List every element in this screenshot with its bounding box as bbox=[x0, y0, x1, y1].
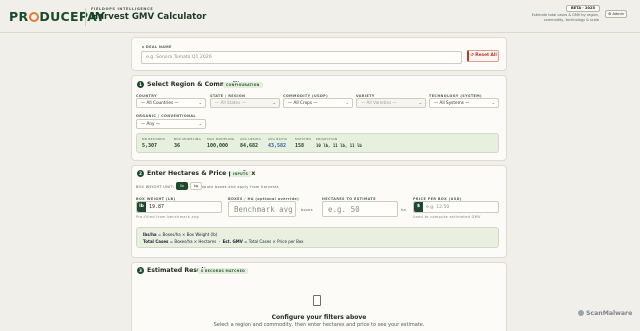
formula-box: lbs/ha = Boxes/ha × Box Weight (lb) Tota… bbox=[136, 227, 499, 248]
reset-all-button[interactable]: ↺ Reset All bbox=[467, 50, 499, 62]
chevron-down-icon: ⌄ bbox=[418, 100, 422, 105]
deal-name-card: ⌗ DEAL NAME e.g. Sonora Tomato Q1 2026 ↺… bbox=[131, 37, 507, 71]
deal-name-label: ⌗ DEAL NAME bbox=[142, 45, 172, 49]
stat-key: MATCHES bbox=[295, 137, 312, 141]
stat-avg-bx-ha: AVG BX/HA 43,582 bbox=[268, 137, 287, 149]
state-select-value: — All States — bbox=[215, 100, 246, 105]
chevron-down-icon: ⌄ bbox=[272, 100, 276, 105]
unit-lb-toggle[interactable]: lb bbox=[176, 182, 188, 190]
stat-box-modeling: BOX MODELING 36 bbox=[174, 137, 201, 149]
boxes-per-ha-input[interactable]: Benchmark avg bbox=[228, 201, 296, 217]
document-icon bbox=[313, 295, 321, 306]
price-per-box-input[interactable]: $ e.g. 12.50 bbox=[413, 201, 499, 213]
chevron-down-icon: ⌄ bbox=[198, 121, 202, 126]
country-select[interactable]: — All Countries — ⌄ bbox=[136, 98, 206, 108]
empty-state-title: Configure your filters above bbox=[271, 314, 367, 321]
stat-key: MAX MODELING bbox=[207, 137, 235, 141]
chevron-down-icon: ⌄ bbox=[345, 100, 349, 105]
price-hint: Used to compute estimated GMV bbox=[413, 215, 481, 219]
organic-label: ORGANIC / CONVENTIONAL bbox=[136, 114, 196, 118]
stat-value: 10 lb, 11 lb, 11 lb bbox=[316, 143, 362, 148]
commodity-select[interactable]: — All Crops — ⌄ bbox=[283, 98, 353, 108]
scanmalware-watermark: ScanMalware bbox=[578, 310, 632, 317]
records-matched-tag: 0 RECORDS MATCHED bbox=[198, 268, 249, 274]
watermark-logo-icon bbox=[578, 310, 584, 316]
step-number-2: 2 bbox=[137, 170, 144, 177]
stat-key: PROJECTION bbox=[316, 137, 338, 141]
stat-db-records: DB RECORDS 5,307 bbox=[142, 137, 165, 149]
stat-value: 5,307 bbox=[142, 143, 158, 149]
stat-key: AVG BX/HA bbox=[268, 137, 288, 141]
box-weight-hint: Pre-filled from benchmark avg bbox=[136, 215, 199, 219]
technology-select[interactable]: — All Systems — ⌄ bbox=[429, 98, 499, 108]
variety-select[interactable]: — All Varieties — ⌄ bbox=[356, 98, 426, 108]
box-weight-prefix: lb bbox=[137, 202, 146, 212]
deal-name-placeholder: e.g. Sonora Tomato Q1 2026 bbox=[146, 55, 212, 60]
stat-matches: MATCHES 158 bbox=[295, 137, 311, 149]
stat-value: 158 bbox=[295, 143, 305, 149]
variety-select-value: — All Varieties — bbox=[361, 100, 397, 105]
price-placeholder: e.g. 12.50 bbox=[426, 205, 450, 210]
boxes-per-ha-placeholder: Benchmark avg bbox=[234, 205, 293, 214]
box-weight-unit-label: BOX WEIGHT UNIT: lb / kg — compute boxes… bbox=[136, 185, 279, 189]
state-select[interactable]: — All States — ⌄ bbox=[210, 98, 280, 108]
stat-value: 84,682 bbox=[240, 143, 259, 149]
organic-select[interactable]: — Any — ⌄ bbox=[136, 119, 206, 129]
beta-badge: BETA · 2025 bbox=[566, 5, 601, 12]
hectares-input[interactable]: e.g. 50 bbox=[322, 201, 398, 217]
header-eyebrow: FIELDOPS INTELLIGENCE bbox=[91, 7, 154, 11]
organic-select-value: — Any — bbox=[141, 121, 161, 126]
formula-term-gmv: Est. GMV bbox=[222, 239, 243, 244]
formula-term-total-cases: Total Cases bbox=[143, 239, 169, 244]
watermark-text: ScanMalware bbox=[586, 310, 633, 317]
box-weight-value: 19.87 bbox=[149, 204, 165, 210]
price-prefix: $ bbox=[414, 202, 423, 212]
country-select-value: — All Countries — bbox=[141, 100, 179, 105]
app-header: PR DUCEPAY FIELDOPS INTELLIGENCE Harvest … bbox=[0, 0, 640, 33]
formula-line-1: lbs/ha = Boxes/ha × Box Weight (lb) bbox=[143, 232, 217, 237]
stat-key: AVG LBS/HA bbox=[240, 137, 262, 141]
stat-value: 43,582 bbox=[268, 143, 287, 149]
boxes-unit: boxes bbox=[301, 208, 313, 212]
stat-value: 36 bbox=[174, 143, 181, 149]
admin-button[interactable]: ⚙ Admin bbox=[605, 10, 627, 18]
formula-term-lbs-ha: lbs/ha bbox=[143, 232, 157, 237]
header-subtitle: Estimate total cases & GMV by region, co… bbox=[531, 13, 599, 22]
chevron-down-icon: ⌄ bbox=[198, 100, 202, 105]
empty-state-subtitle: Select a region and commodity, then ente… bbox=[213, 322, 425, 328]
page-title: Harvest GMV Calculator bbox=[91, 11, 207, 22]
hectares-unit: ha bbox=[401, 208, 407, 212]
formula-expr-lbs-ha: = Boxes/ha × Box Weight (lb) bbox=[157, 232, 218, 237]
stat-max-modeling: MAX MODELING 100,000 bbox=[207, 137, 235, 149]
box-weight-input[interactable]: lb 19.87 bbox=[136, 201, 222, 213]
commodity-select-value: — All Crops — bbox=[288, 100, 318, 105]
stat-key: BOX MODELING bbox=[174, 137, 202, 141]
summary-stats-bar: DB RECORDS 5,307 BOX MODELING 36 MAX MODEL… bbox=[136, 133, 499, 153]
formula-expr-total-cases: = Boxes/ha × Hectares bbox=[169, 239, 217, 244]
stat-projection: PROJECTION 10 lb, 11 lb, 11 lb bbox=[316, 137, 362, 148]
formula-line-2: Total Cases = Boxes/ha × Hectares · Est.… bbox=[143, 239, 304, 244]
hectares-placeholder: e.g. 50 bbox=[328, 205, 360, 214]
configuration-tag: CONFIGURATION bbox=[223, 82, 263, 88]
header-divider bbox=[85, 8, 86, 26]
inputs-tag: INPUTS bbox=[230, 171, 252, 177]
formula-expr-gmv: = Total Cases × Price per Box bbox=[244, 239, 304, 244]
stat-value: 100,000 bbox=[207, 143, 229, 149]
stat-key: DB RECORDS bbox=[142, 137, 166, 141]
step-number-1: 1 bbox=[137, 81, 144, 88]
stat-avg-lbs-ha: AVG LBS/HA 84,682 bbox=[240, 137, 261, 149]
unit-kg-toggle[interactable]: kg bbox=[190, 182, 202, 190]
deal-name-input[interactable]: e.g. Sonora Tomato Q1 2026 bbox=[141, 51, 462, 64]
chevron-down-icon: ⌄ bbox=[491, 100, 495, 105]
technology-select-value: — All Systems — bbox=[434, 100, 470, 105]
step-number-3: 3 bbox=[137, 267, 144, 274]
